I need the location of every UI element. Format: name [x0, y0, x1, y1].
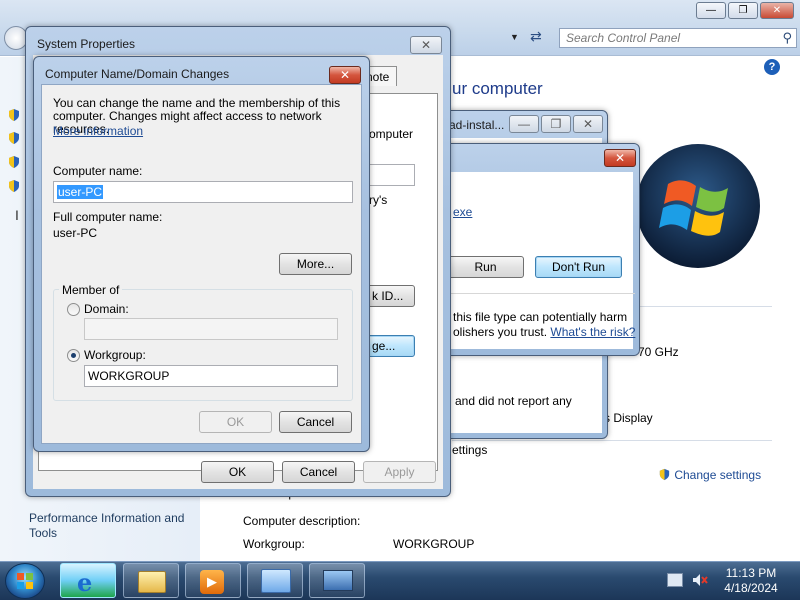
- apply-button[interactable]: Apply: [363, 461, 436, 483]
- search-placeholder: Search Control Panel: [566, 31, 681, 45]
- minimize-button[interactable]: —: [696, 2, 726, 19]
- computer-text: omputer: [369, 127, 414, 141]
- close-button[interactable]: ✕: [604, 149, 636, 167]
- taskbar-remote-desktop[interactable]: [309, 563, 365, 598]
- clock[interactable]: 11:13 PM 4/18/2024: [723, 566, 779, 596]
- workgroup-label: Workgroup:: [243, 537, 305, 551]
- computer-name-dialog: Computer Name/Domain Changes ✕ You can c…: [33, 56, 370, 452]
- system-properties-title: System Properties: [37, 37, 136, 51]
- workgroup-input[interactable]: WORKGROUP: [84, 365, 338, 387]
- whats-the-risk-link[interactable]: What's the risk?: [550, 325, 635, 339]
- shield-icon: [9, 180, 19, 192]
- full-name-label: Full computer name:: [53, 210, 163, 224]
- domain-input[interactable]: [84, 318, 338, 340]
- search-input[interactable]: Search Control Panel ⚲: [559, 28, 797, 48]
- shield-icon: [9, 109, 19, 121]
- computer-name-dialog-title: Computer Name/Domain Changes: [45, 67, 230, 81]
- close-button[interactable]: ✕: [760, 2, 794, 19]
- warning-text-line1: this file type can potentially harm: [453, 310, 628, 324]
- taskbar-control-panel[interactable]: [247, 563, 303, 598]
- display-text: s Display: [604, 411, 653, 425]
- help-icon[interactable]: ?: [764, 59, 780, 75]
- clock-time: 11:13 PM: [725, 566, 777, 580]
- shield-icon: [659, 468, 670, 481]
- speaker-muted-icon[interactable]: [692, 573, 708, 587]
- computer-name-dialog-body: You can change the name and the membersh…: [41, 84, 362, 444]
- minimize-button[interactable]: —: [509, 115, 539, 133]
- computer-description-field[interactable]: [369, 164, 415, 186]
- performance-information-link[interactable]: Performance Information and Tools: [29, 511, 199, 541]
- shield-icon: [9, 132, 19, 144]
- computer-description-label: Computer description:: [243, 514, 361, 528]
- processor-speed-text: 70 GHz: [638, 345, 679, 359]
- folder-icon: [138, 571, 166, 593]
- ok-button[interactable]: OK: [199, 411, 272, 433]
- taskbar-windows-explorer[interactable]: [123, 563, 179, 598]
- close-button[interactable]: ✕: [410, 36, 442, 54]
- control-panel-window-buttons: — ❐ ✕: [696, 2, 794, 19]
- text-cursor-icon: I: [15, 207, 19, 223]
- cancel-button[interactable]: Cancel: [282, 461, 355, 483]
- control-panel-icon: [261, 569, 291, 593]
- network-id-button[interactable]: k ID...: [365, 285, 415, 307]
- installer-status-text: and did not report any: [455, 394, 572, 408]
- change-settings-link[interactable]: Change settings: [658, 468, 761, 482]
- monitor-icon: [323, 570, 353, 591]
- file-name-link[interactable]: exe: [453, 205, 472, 219]
- security-warning-dialog: ✕ exe Run Don't Run this file type can p…: [440, 143, 640, 356]
- computer-name-input[interactable]: user-PC: [53, 181, 353, 203]
- computer-name-label: Computer name:: [53, 164, 143, 178]
- maximize-button[interactable]: ❐: [541, 115, 571, 133]
- change-settings-label: Change settings: [674, 468, 762, 482]
- internet-explorer-icon: e: [77, 568, 93, 597]
- dont-run-button[interactable]: Don't Run: [535, 256, 622, 278]
- taskbar-internet-explorer[interactable]: e: [60, 563, 116, 598]
- workgroup-radio[interactable]: [67, 349, 80, 362]
- full-name-value: user-PC: [53, 226, 98, 240]
- workgroup-label: Workgroup:: [84, 348, 146, 362]
- separator: [452, 440, 772, 441]
- security-warning-body: exe Run Don't Run this file type can pot…: [447, 172, 635, 349]
- change-button[interactable]: ge...: [365, 335, 415, 357]
- close-button[interactable]: ✕: [329, 66, 361, 84]
- ok-button[interactable]: OK: [201, 461, 274, 483]
- warning-text-line2: olishers you trust. What's the risk?: [453, 325, 635, 339]
- network-icon[interactable]: [667, 573, 683, 587]
- computer-name-value: user-PC: [57, 185, 104, 199]
- windows-flag-icon: [17, 573, 33, 589]
- address-dropdown-icon[interactable]: ▼: [510, 32, 519, 42]
- windows-logo-icon: [636, 144, 760, 268]
- settings-heading: ettings: [452, 443, 488, 457]
- partial-text: ry's: [369, 193, 388, 207]
- domain-label: Domain:: [84, 302, 129, 316]
- workgroup-value: WORKGROUP: [393, 537, 475, 551]
- domain-radio[interactable]: [67, 303, 80, 316]
- separator: [447, 293, 635, 294]
- refresh-icon[interactable]: ⇄: [530, 28, 542, 45]
- taskbar-media-player[interactable]: ▶: [185, 563, 241, 598]
- search-icon[interactable]: ⚲: [782, 30, 792, 46]
- page-heading: ur computer: [452, 79, 543, 98]
- more-button[interactable]: More...: [279, 253, 352, 275]
- close-button[interactable]: ✕: [573, 115, 603, 133]
- maximize-button[interactable]: ❐: [728, 2, 758, 19]
- shield-icon: [9, 156, 19, 168]
- member-of-label: Member of: [59, 283, 123, 297]
- clock-date: 4/18/2024: [724, 581, 778, 595]
- installer-window-title: ad-instal...: [449, 118, 505, 132]
- run-button[interactable]: Run: [447, 256, 524, 278]
- more-information-link[interactable]: More information: [53, 124, 143, 138]
- media-player-icon: ▶: [200, 570, 224, 594]
- start-button[interactable]: [5, 563, 45, 599]
- cancel-button[interactable]: Cancel: [279, 411, 352, 433]
- warning-text: olishers you trust.: [453, 325, 548, 339]
